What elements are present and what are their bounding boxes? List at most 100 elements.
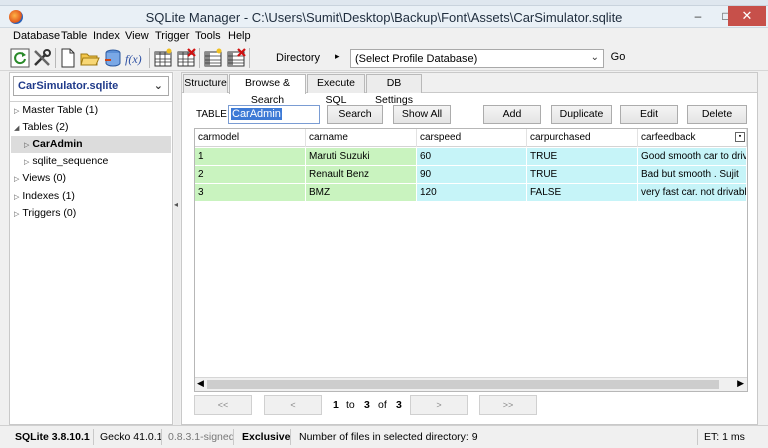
tree-item-indexes[interactable]: ▷ Indexes (1)	[14, 188, 75, 205]
tab-browse-search[interactable]: Browse & Search	[229, 74, 306, 106]
create-table-icon[interactable]	[153, 48, 173, 68]
table-cell[interactable]: BMZ	[306, 184, 417, 201]
tree-item-tables[interactable]: ◢ Tables (2)	[14, 119, 69, 136]
table-cell[interactable]: Renault Benz	[306, 166, 417, 183]
table-cell[interactable]: 120	[417, 184, 527, 201]
tree-item-label: sqlite_sequence	[32, 155, 109, 167]
expand-triangle-icon[interactable]: ▷	[24, 159, 29, 166]
menu-trigger[interactable]: Trigger	[155, 30, 189, 42]
tab-db-settings[interactable]: DB Settings	[366, 74, 422, 106]
create-index-icon[interactable]	[203, 48, 223, 68]
table-cell[interactable]: Bad but smooth . Sujit	[638, 166, 747, 183]
settings-tools-icon[interactable]	[32, 48, 52, 68]
table-cell[interactable]: TRUE	[527, 148, 638, 165]
new-db-icon[interactable]	[58, 48, 78, 68]
tab-structure[interactable]: Structure	[183, 74, 228, 93]
table-cell[interactable]: 60	[417, 148, 527, 165]
expand-triangle-icon[interactable]: ▷	[24, 142, 29, 149]
status-separator	[697, 429, 698, 445]
minimize-button[interactable]: –	[684, 6, 712, 26]
status-bar: SQLite 3.8.10.1 Gecko 41.0.1 0.8.3.1-sig…	[0, 425, 768, 448]
database-select[interactable]: CarSimulator.sqlite ⌄	[13, 76, 169, 96]
expand-triangle-icon[interactable]: ▷	[14, 211, 19, 218]
tree-item-label: CarAdmin	[32, 138, 83, 150]
chevron-down-icon: ⌄	[153, 80, 163, 92]
last-page-button[interactable]: >>	[479, 395, 537, 415]
table-name-value: CarAdmin	[231, 108, 282, 120]
drop-table-icon[interactable]	[176, 48, 196, 68]
column-header-carspeed[interactable]: carspeed	[417, 129, 527, 147]
menu-index[interactable]: Index	[93, 30, 120, 42]
directory-label[interactable]: Directory	[276, 52, 320, 64]
collapse-triangle-icon[interactable]: ◢	[14, 125, 19, 132]
table-cell[interactable]: 1	[195, 148, 306, 165]
previous-page-button[interactable]: <	[264, 395, 322, 415]
table-cell[interactable]: 2	[195, 166, 306, 183]
status-separator	[161, 429, 162, 445]
column-header-carmodel[interactable]: carmodel	[195, 129, 306, 147]
refresh-icon[interactable]	[10, 48, 30, 68]
page-total: 3	[396, 399, 402, 411]
next-page-button[interactable]: >	[410, 395, 468, 415]
tab-execute-sql[interactable]: Execute SQL	[307, 74, 365, 106]
column-picker-icon[interactable]: ▪	[735, 132, 745, 142]
tree-item-label: Views (0)	[22, 172, 66, 184]
panel-splitter[interactable]: ◂	[174, 72, 180, 425]
first-page-button[interactable]: <<	[194, 395, 252, 415]
menu-help[interactable]: Help	[228, 30, 251, 42]
menu-tools[interactable]: Tools	[195, 30, 221, 42]
tree-item-label: Triggers (0)	[22, 207, 77, 219]
menu-view[interactable]: View	[125, 30, 149, 42]
tree-item-label: Tables (2)	[22, 121, 69, 133]
menu-database[interactable]: Database	[13, 30, 60, 42]
tree-item-triggers[interactable]: ▷ Triggers (0)	[14, 205, 76, 222]
go-button[interactable]: Go	[606, 49, 630, 68]
table-row[interactable]: 3 BMZ 120 FALSE very fast car. not driva…	[195, 184, 747, 201]
open-db-icon[interactable]	[80, 48, 100, 68]
table-cell[interactable]: 3	[195, 184, 306, 201]
add-button[interactable]: Add	[483, 105, 541, 124]
horizontal-scrollbar[interactable]: ◀ ▶	[195, 377, 747, 391]
pagination-bar: << < 1 to 3 of 3 > >>	[194, 395, 748, 415]
menu-table[interactable]: Table	[61, 30, 87, 42]
table-cell[interactable]: Good smooth car to drive	[638, 148, 747, 165]
scrollbar-thumb[interactable]	[207, 380, 719, 389]
tree-item-views[interactable]: ▷ Views (0)	[14, 170, 66, 187]
table-cell[interactable]: very fast car. not drivable.	[638, 184, 747, 201]
column-header-carfeedback[interactable]: carfeedback	[638, 129, 747, 147]
tree-item-master-table[interactable]: ▷ Master Table (1)	[14, 102, 98, 119]
column-header-carname[interactable]: carname	[306, 129, 417, 147]
drop-index-icon[interactable]	[226, 48, 246, 68]
expand-triangle-icon[interactable]: ▷	[14, 108, 19, 115]
column-header-carpurchased[interactable]: carpurchased	[527, 129, 638, 147]
table-cell[interactable]: FALSE	[527, 184, 638, 201]
table-row[interactable]: 1 Maruti Suzuki 60 TRUE Good smooth car …	[195, 148, 747, 165]
expand-triangle-icon[interactable]: ▷	[14, 176, 19, 183]
delete-button[interactable]: Delete	[687, 105, 747, 124]
database-name: CarSimulator.sqlite	[18, 80, 119, 92]
toolbar-separator	[149, 48, 150, 68]
table-row[interactable]: 2 Renault Benz 90 TRUE Bad but smooth . …	[195, 166, 747, 183]
duplicate-button[interactable]: Duplicate	[551, 105, 612, 124]
splitter-grip-icon[interactable]: ◂	[174, 200, 178, 209]
table-name-input[interactable]: CarAdmin	[228, 105, 320, 124]
profile-database-select[interactable]: (Select Profile Database) ⌄	[350, 49, 604, 68]
table-cell[interactable]: 90	[417, 166, 527, 183]
table-cell[interactable]: TRUE	[527, 166, 638, 183]
edit-button[interactable]: Edit	[620, 105, 678, 124]
close-button[interactable]: ✕	[728, 6, 766, 26]
scroll-right-icon[interactable]: ▶	[737, 378, 744, 389]
scroll-left-icon[interactable]: ◀	[197, 378, 204, 389]
tree-item-caradmin[interactable]: ▷ CarAdmin	[11, 136, 171, 153]
show-all-button[interactable]: Show All	[393, 105, 451, 124]
toolbar-separator	[55, 48, 56, 68]
profile-database-value: (Select Profile Database)	[355, 53, 478, 65]
connect-db-icon[interactable]	[103, 48, 123, 68]
search-button[interactable]: Search	[327, 105, 383, 124]
chevron-down-icon: ⌄	[590, 52, 599, 63]
expand-triangle-icon[interactable]: ▷	[14, 194, 19, 201]
tree-item-sqlite-sequence[interactable]: ▷ sqlite_sequence	[24, 153, 108, 170]
directory-arrow-icon[interactable]: ▸	[335, 51, 340, 62]
table-cell[interactable]: Maruti Suzuki	[306, 148, 417, 165]
function-icon[interactable]: f(x)	[125, 48, 145, 68]
